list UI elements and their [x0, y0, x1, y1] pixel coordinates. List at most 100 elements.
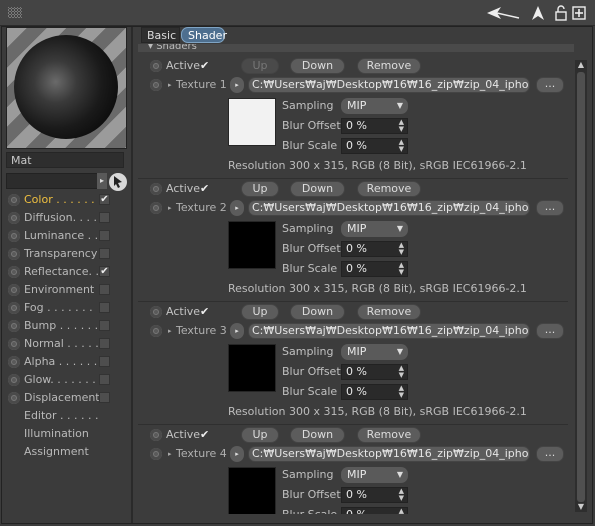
- lock-icon[interactable]: [555, 4, 567, 22]
- up-button[interactable]: Up: [241, 304, 279, 320]
- channel-item[interactable]: Illumination: [6, 425, 126, 443]
- stepper-icon[interactable]: ▲▼: [399, 385, 404, 399]
- sampling-select[interactable]: MIP ▼: [341, 467, 408, 483]
- down-button[interactable]: Down: [290, 304, 345, 320]
- stepper-icon[interactable]: ▲▼: [399, 365, 404, 379]
- radio-icon[interactable]: [8, 266, 20, 278]
- remove-button[interactable]: Remove: [357, 181, 421, 197]
- browse-button[interactable]: ...: [536, 200, 564, 216]
- radio-icon[interactable]: [8, 356, 20, 368]
- sampling-select[interactable]: MIP ▼: [341, 221, 408, 237]
- back-arrow-icon[interactable]: [487, 4, 521, 22]
- chevron-right-icon[interactable]: ▸: [230, 446, 244, 462]
- texture-path-field[interactable]: C:₩Users₩aj₩Desktop₩16₩16_zip₩zip_04_iph…: [248, 446, 530, 462]
- material-preview[interactable]: [6, 27, 127, 149]
- blur-offset-field[interactable]: 0 % ▲ ▼: [341, 241, 408, 257]
- channel-item[interactable]: Luminance . .: [6, 227, 126, 245]
- channel-checkbox[interactable]: [99, 248, 110, 259]
- blur-scale-field[interactable]: 0 % ▲▼: [341, 384, 408, 400]
- remove-button[interactable]: Remove: [357, 58, 421, 74]
- grip-icon[interactable]: [8, 7, 22, 18]
- texture-path-field[interactable]: C:₩Users₩aj₩Desktop₩16₩16_zip₩zip_04_iph…: [248, 323, 530, 339]
- radio-icon[interactable]: [8, 230, 20, 242]
- vertical-scrollbar[interactable]: ▲ ▼: [575, 60, 587, 512]
- channel-item[interactable]: Normal . . . . .: [6, 335, 126, 353]
- chevron-right-icon[interactable]: ▸: [97, 173, 107, 189]
- radio-icon[interactable]: [150, 60, 162, 72]
- remove-button[interactable]: Remove: [357, 427, 421, 443]
- channel-item[interactable]: Editor . . . . . .: [6, 407, 126, 425]
- texture-path-field[interactable]: C:₩Users₩aj₩Desktop₩16₩16_zip₩zip_04_iph…: [248, 77, 530, 93]
- down-button[interactable]: Down: [290, 427, 345, 443]
- radio-icon[interactable]: [150, 202, 162, 214]
- down-button[interactable]: Down: [290, 58, 345, 74]
- expand-icon[interactable]: ▸: [168, 446, 172, 462]
- channel-item[interactable]: Alpha . . . . . .: [6, 353, 126, 371]
- stepper-icon[interactable]: ▲▼: [399, 488, 404, 502]
- channel-item[interactable]: Glow. . . . . . .: [6, 371, 126, 389]
- active-checkbox[interactable]: ✔: [200, 429, 212, 441]
- channel-item[interactable]: Diffusion. . . .: [6, 209, 126, 227]
- radio-icon[interactable]: [8, 248, 20, 260]
- blur-scale-field[interactable]: 0 % ▲▼: [341, 138, 408, 154]
- scroll-down-icon[interactable]: ▼: [575, 502, 587, 512]
- active-checkbox[interactable]: ✔: [200, 183, 212, 195]
- browse-button[interactable]: ...: [536, 77, 564, 93]
- up-button[interactable]: Up: [241, 58, 279, 74]
- channel-item[interactable]: Reflectance. . ✔: [6, 263, 126, 281]
- scroll-up-icon[interactable]: ▲: [575, 60, 587, 70]
- channel-item[interactable]: Transparency: [6, 245, 126, 263]
- sampling-select[interactable]: MIP ▼: [341, 344, 408, 360]
- radio-icon[interactable]: [150, 325, 162, 337]
- stepper-icon[interactable]: ▲▼: [399, 262, 404, 276]
- channel-item[interactable]: Fog . . . . . . .: [6, 299, 126, 317]
- channel-item[interactable]: Assignment: [6, 443, 126, 461]
- up-button[interactable]: Up: [241, 181, 279, 197]
- stepper-icon[interactable]: ▲▼: [399, 508, 404, 515]
- channel-search-input[interactable]: [6, 173, 98, 189]
- channel-item[interactable]: Environment: [6, 281, 126, 299]
- channel-checkbox[interactable]: [99, 230, 110, 241]
- channel-checkbox[interactable]: ✔: [99, 194, 110, 205]
- channel-item[interactable]: Color . . . . . . ✔: [6, 191, 126, 209]
- channel-checkbox[interactable]: [99, 338, 110, 349]
- channel-checkbox[interactable]: [99, 392, 110, 403]
- stepper-icon[interactable]: ▲▼: [399, 119, 404, 133]
- channel-checkbox[interactable]: [99, 302, 110, 313]
- remove-button[interactable]: Remove: [357, 304, 421, 320]
- channel-checkbox[interactable]: [99, 212, 110, 223]
- radio-icon[interactable]: [8, 320, 20, 332]
- radio-icon[interactable]: [150, 79, 162, 91]
- channel-checkbox[interactable]: [99, 284, 110, 295]
- channel-item[interactable]: Displacement: [6, 389, 126, 407]
- expand-icon[interactable]: ▸: [168, 323, 172, 339]
- channel-checkbox[interactable]: ✔: [99, 266, 110, 277]
- chevron-right-icon[interactable]: ▸: [230, 77, 244, 93]
- cursor-icon[interactable]: [109, 173, 127, 191]
- radio-icon[interactable]: [8, 284, 20, 296]
- blur-scale-field[interactable]: 0 % ▲▼: [341, 507, 408, 514]
- radio-icon[interactable]: [150, 429, 162, 441]
- radio-icon[interactable]: [150, 306, 162, 318]
- section-header-shaders[interactable]: ▾ Shaders: [138, 44, 574, 52]
- scroll-thumb[interactable]: [577, 72, 585, 502]
- stepper-icon[interactable]: ▲▼: [399, 242, 404, 256]
- material-name-field[interactable]: Mat: [6, 152, 124, 168]
- channel-checkbox[interactable]: [99, 374, 110, 385]
- blur-offset-field[interactable]: 0 % ▲ ▼: [341, 364, 408, 380]
- channel-item[interactable]: Bump . . . . . .: [6, 317, 126, 335]
- up-arrow-icon[interactable]: [531, 4, 545, 22]
- expand-icon[interactable]: ▸: [168, 77, 172, 93]
- sampling-select[interactable]: MIP ▼: [341, 98, 408, 114]
- browse-button[interactable]: ...: [536, 323, 564, 339]
- active-checkbox[interactable]: ✔: [200, 306, 212, 318]
- expand-icon[interactable]: ▸: [168, 200, 172, 216]
- radio-icon[interactable]: [8, 374, 20, 386]
- active-checkbox[interactable]: ✔: [200, 60, 212, 72]
- radio-icon[interactable]: [8, 194, 20, 206]
- up-button[interactable]: Up: [241, 427, 279, 443]
- radio-icon[interactable]: [150, 183, 162, 195]
- down-button[interactable]: Down: [290, 181, 345, 197]
- radio-icon[interactable]: [8, 392, 20, 404]
- blur-scale-field[interactable]: 0 % ▲▼: [341, 261, 408, 277]
